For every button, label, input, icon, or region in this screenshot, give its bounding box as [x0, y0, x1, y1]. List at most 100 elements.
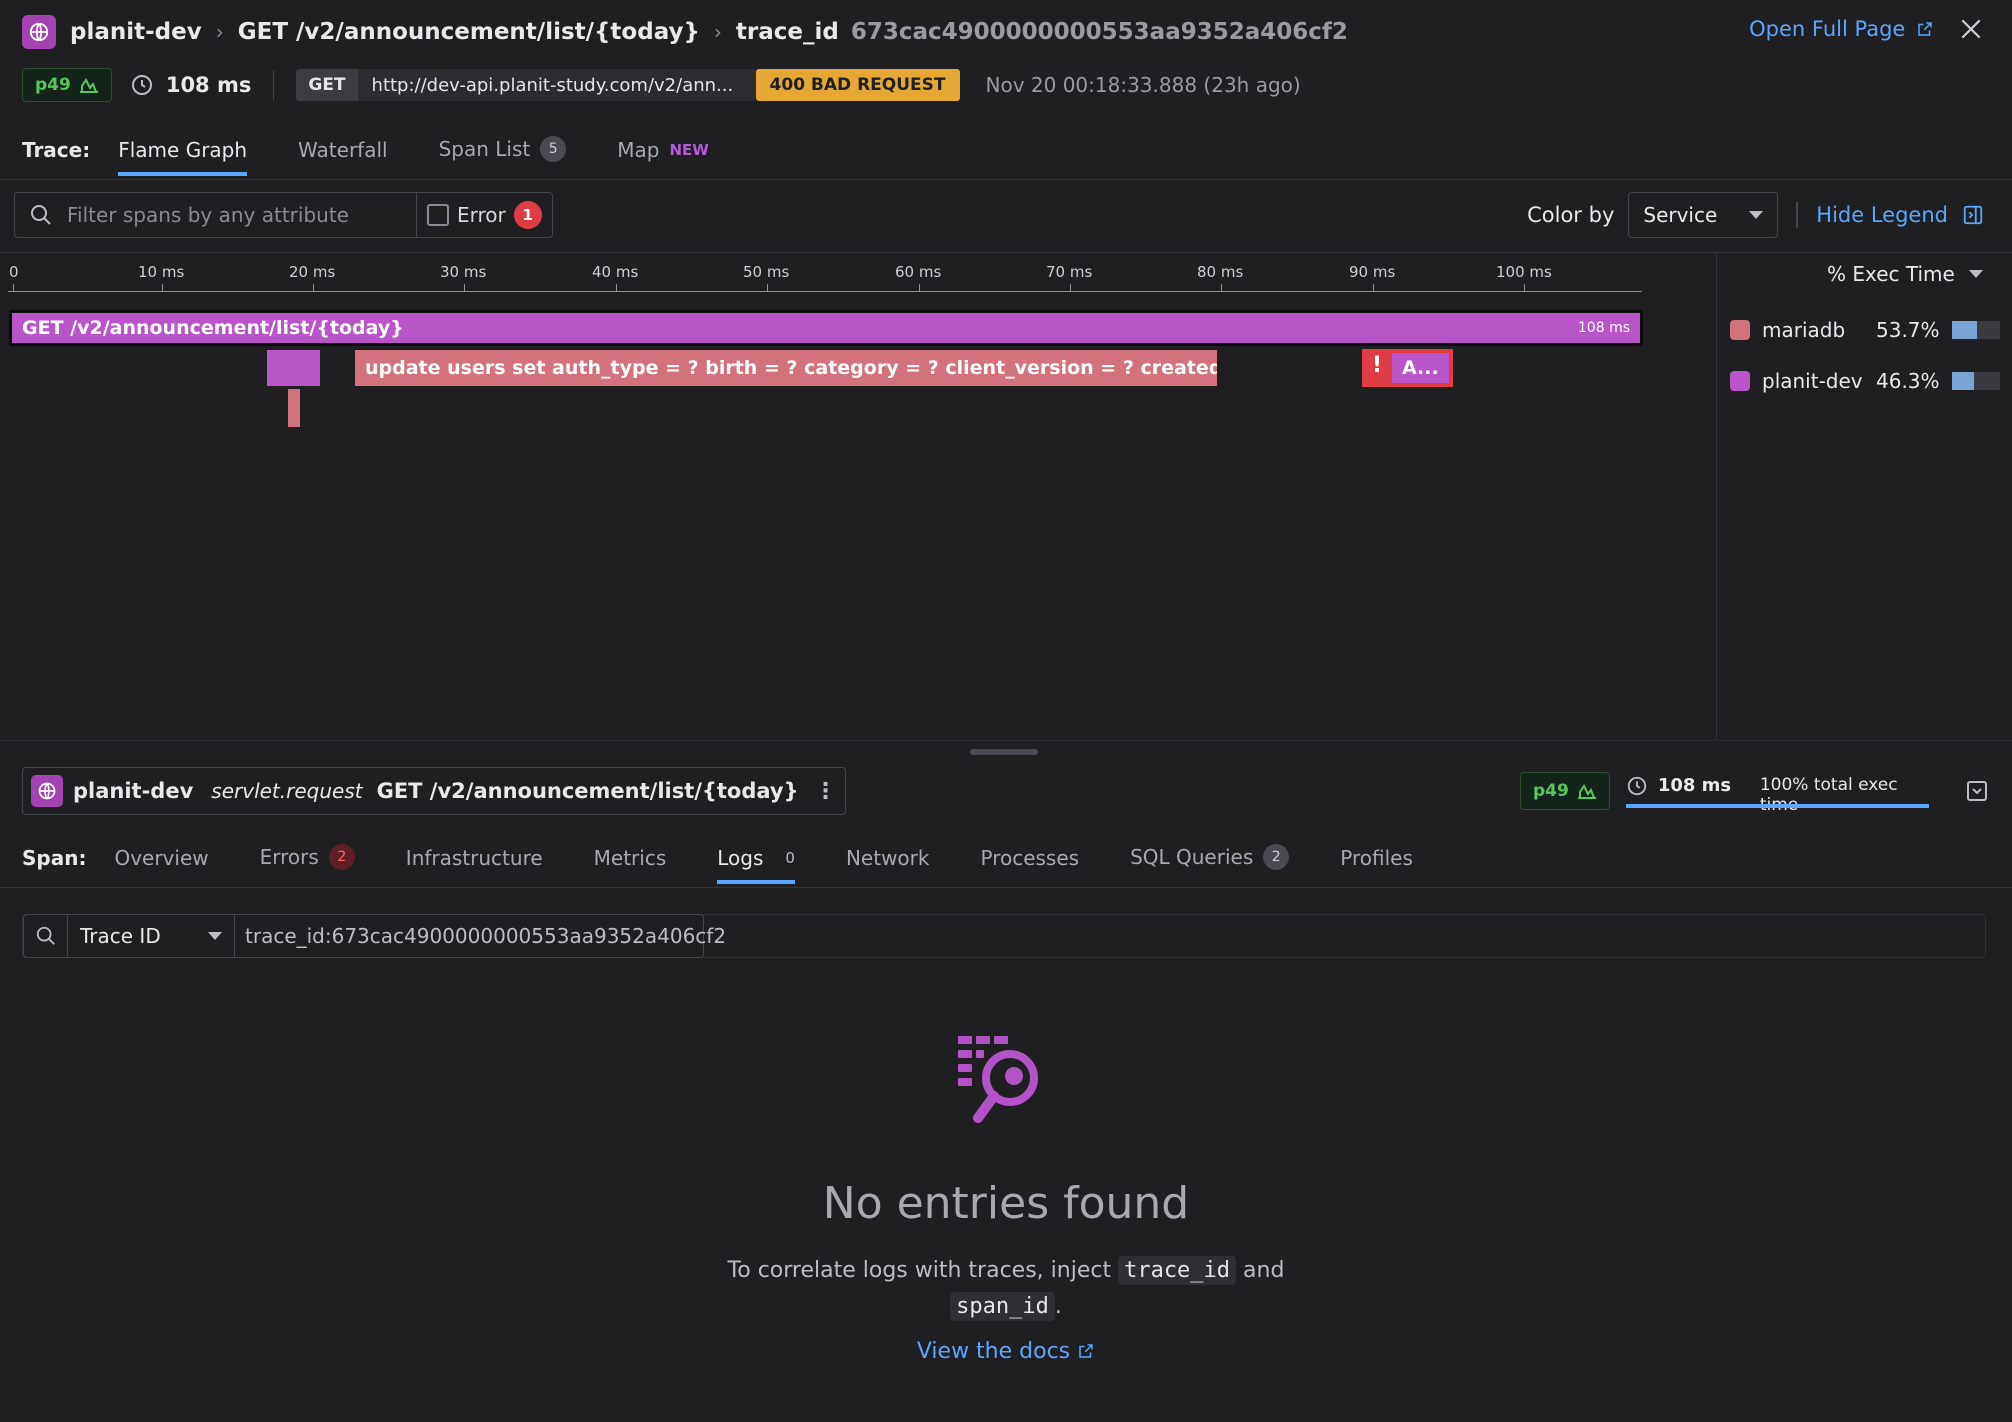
- tab-flame-graph[interactable]: Flame Graph: [118, 138, 247, 176]
- chevron-right-icon: ›: [713, 20, 722, 44]
- search-icon[interactable]: [23, 914, 68, 958]
- resource-name[interactable]: GET /v2/announcement/list/{today}: [238, 19, 700, 45]
- tab-span-list[interactable]: Span List 5: [439, 136, 567, 176]
- tab-metrics[interactable]: Metrics: [594, 846, 667, 884]
- ruler-tick-label: 0: [9, 263, 19, 281]
- exec-time-summary: 108 ms 100% total exec time: [1625, 772, 1929, 815]
- tab-sql-queries[interactable]: SQL Queries 2: [1130, 844, 1290, 884]
- hide-legend-button[interactable]: Hide Legend: [1816, 203, 1948, 227]
- root-span-duration: 108 ms: [1577, 320, 1630, 336]
- tab-overview[interactable]: Overview: [114, 846, 208, 884]
- status-badge: 400 BAD REQUEST: [755, 69, 960, 101]
- legend-item-mariadb[interactable]: mariadb 53.7%: [1730, 318, 2000, 342]
- trace-tabs-label: Trace:: [22, 138, 91, 162]
- clock-icon: [1627, 776, 1646, 796]
- more-options-icon[interactable]: ⋮: [815, 779, 837, 804]
- divider: [0, 887, 2012, 888]
- empty-state-hint: To correlate logs with traces, inject tr…: [727, 1256, 1285, 1321]
- root-span-bar[interactable]: GET /v2/announcement/list/{today} 108 ms: [9, 310, 1643, 346]
- tab-map[interactable]: Map NEW: [617, 138, 709, 176]
- span-duration: 108 ms: [1657, 775, 1732, 796]
- color-by-select[interactable]: Service: [1628, 192, 1779, 238]
- tab-errors[interactable]: Errors 2: [260, 844, 355, 884]
- span-tabs: Span: Overview Errors 2 Infrastructure M…: [22, 844, 1464, 884]
- logs-count: 0: [785, 849, 795, 867]
- view-docs-link[interactable]: View the docs: [917, 1339, 1095, 1364]
- exec-time-sort[interactable]: % Exec Time: [1827, 262, 1983, 286]
- tab-processes[interactable]: Processes: [980, 846, 1079, 884]
- chevron-right-icon: ›: [215, 20, 224, 44]
- service-span-bar[interactable]: [267, 350, 320, 386]
- ruler-tick-label: 10 ms: [138, 263, 185, 281]
- errors-count-badge: 2: [328, 844, 355, 870]
- globe-icon: [31, 775, 63, 807]
- sql-span-bar[interactable]: update users set auth_type = ? birth = ?…: [355, 350, 1217, 386]
- error-span-label: A...: [1392, 353, 1449, 383]
- tab-infrastructure[interactable]: Infrastructure: [406, 846, 543, 884]
- tab-network[interactable]: Network: [846, 846, 930, 884]
- span-filter-input[interactable]: Filter spans by any attribute: [14, 192, 417, 238]
- span-percentile-badge[interactable]: p49: [1520, 772, 1610, 810]
- ruler-axis: [8, 291, 1642, 292]
- logs-query-input[interactable]: trace_id:673cac4900000000553aa9352a406cf…: [235, 914, 726, 958]
- collapse-panel-icon[interactable]: [1962, 204, 1984, 226]
- db-span-bar[interactable]: [288, 389, 300, 427]
- sql-count-badge: 2: [1263, 844, 1290, 870]
- ruler-tick-label: 100 ms: [1496, 263, 1552, 281]
- globe-icon: [22, 15, 56, 49]
- empty-state-title: No entries found: [822, 1178, 1190, 1229]
- open-full-page-link[interactable]: Open Full Page: [1749, 17, 1934, 41]
- ruler-tick-label: 40 ms: [592, 263, 639, 281]
- http-method: GET: [296, 69, 358, 101]
- clock-icon: [131, 75, 152, 95]
- divider: [0, 252, 2012, 253]
- breadcrumb: planit-dev › GET /v2/announcement/list/{…: [22, 14, 1348, 50]
- filter-placeholder: Filter spans by any attribute: [67, 203, 349, 227]
- error-checkbox[interactable]: [427, 204, 449, 226]
- ruler-tick-label: 30 ms: [440, 263, 487, 281]
- exec-time-bar-fill: [1951, 372, 1974, 390]
- trace-id-field-select[interactable]: Trace ID: [68, 914, 235, 958]
- resize-handle[interactable]: [970, 749, 1038, 755]
- span-header: planit-dev servlet.request GET /v2/annou…: [22, 767, 846, 815]
- log-search-icon: [954, 1030, 1054, 1134]
- trace-id-value[interactable]: 673cac4900000000553aa9352a406cf2: [851, 19, 1348, 45]
- divider: [0, 179, 2012, 180]
- chevron-down-icon: [1968, 270, 1983, 278]
- timestamp: Nov 20 00:18:33.888 (23h ago): [985, 73, 1301, 97]
- span-count-badge: 5: [540, 136, 567, 162]
- tab-logs[interactable]: Logs 0: [717, 846, 795, 884]
- span-resource[interactable]: GET /v2/announcement/list/{today}: [377, 779, 799, 803]
- chevron-down-icon: [1749, 211, 1764, 219]
- legend-divider: [1716, 252, 1717, 740]
- color-by-label: Color by: [1527, 203, 1615, 227]
- legend-item-planit-dev[interactable]: planit-dev 46.3%: [1730, 369, 2000, 393]
- code-trace-id: trace_id: [1118, 1256, 1237, 1285]
- error-count-badge: 1: [513, 201, 542, 229]
- trace-tabs: Trace: Flame Graph Waterfall Span List 5…: [22, 136, 760, 176]
- request-url[interactable]: http://dev-api.planit-study.com/v2/ann..…: [357, 69, 756, 101]
- percentile-badge[interactable]: p49: [22, 68, 112, 102]
- legend-swatch: [1730, 371, 1750, 391]
- span-service[interactable]: planit-dev: [73, 779, 193, 803]
- duration-value: 108 ms: [165, 73, 252, 97]
- span-operation: servlet.request: [211, 779, 363, 803]
- error-label: Error: [457, 203, 506, 227]
- service-name[interactable]: planit-dev: [70, 19, 202, 45]
- logs-search-bar: Trace ID trace_id:673cac4900000000553aa9…: [22, 914, 1986, 958]
- distribution-icon: [79, 78, 98, 93]
- exec-time-progress: [1625, 804, 1929, 808]
- exec-time-bar-fill: [1951, 321, 1978, 339]
- error-span-bar[interactable]: ! A...: [1362, 349, 1453, 387]
- external-link-icon: [1079, 1344, 1093, 1358]
- view-docs-link-row: View the docs: [0, 1339, 2012, 1364]
- collapse-icon[interactable]: [1965, 779, 1989, 803]
- tab-waterfall[interactable]: Waterfall: [298, 138, 388, 176]
- ruler-tick-label: 90 ms: [1349, 263, 1396, 281]
- error-filter-toggle[interactable]: Error 1: [417, 192, 553, 238]
- exec-time-bar: [1951, 372, 2000, 390]
- tab-profiles[interactable]: Profiles: [1340, 846, 1413, 884]
- error-mark-icon: !: [1372, 353, 1383, 378]
- close-icon[interactable]: [1958, 16, 1984, 42]
- ruler-tick-label: 20 ms: [289, 263, 336, 281]
